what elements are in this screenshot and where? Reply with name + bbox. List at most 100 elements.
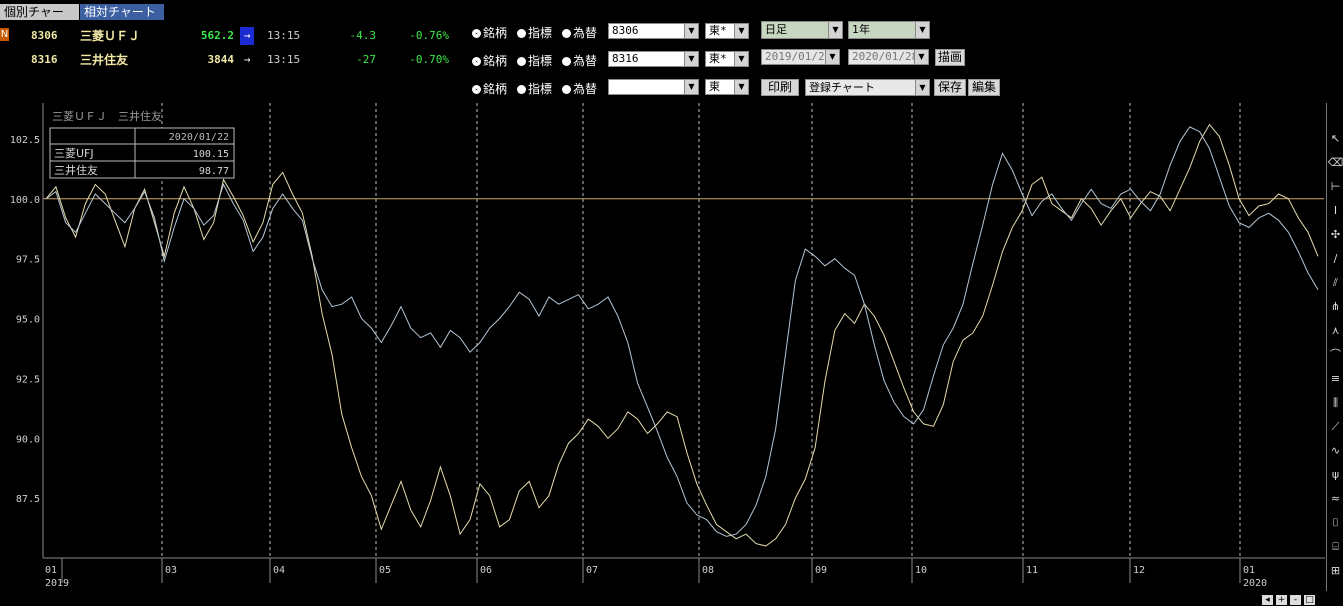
x-year-label: 2019 (45, 578, 69, 589)
date-to-field[interactable]: 2020/01/28 ▼ (848, 49, 929, 65)
save-button[interactable]: 保存 (934, 79, 966, 96)
chevron-down-icon[interactable]: ▼ (734, 52, 748, 66)
fit-button[interactable]: □ (1304, 595, 1315, 605)
draw-button[interactable]: 描画 (935, 49, 965, 66)
chevron-down-icon[interactable]: ▼ (684, 52, 698, 66)
trendline-icon[interactable]: ∕ (1327, 251, 1343, 267)
y-tick-label: 100.0 (10, 195, 40, 206)
scroll-left-button[interactable]: ◂ (1262, 595, 1273, 605)
quote-row[interactable]: 8306 三菱ＵＦＪ 562.2 → 13:15 -4.3 -0.76% (0, 27, 460, 45)
fibonacci-icon[interactable]: ⋔ (1327, 299, 1343, 315)
zigzag-icon[interactable]: ∿ (1327, 443, 1343, 459)
x-tick-label: 05 (379, 565, 391, 576)
x-tick-label: 10 (915, 565, 927, 576)
y-tick-label: 95.0 (16, 315, 40, 326)
zoom-out-button[interactable]: - (1290, 595, 1301, 605)
x-tick-label: 06 (480, 565, 492, 576)
x-year-label: 2020 (1243, 578, 1267, 589)
legend-table: 2020/01/22 三菱UFJ 100.15 三井住友 98.77 (49, 127, 235, 179)
x-tick-label: 07 (586, 565, 598, 576)
price-change: -27 (356, 53, 376, 66)
x-tick-label: 01 (1243, 565, 1255, 576)
stock-code: 8316 (31, 53, 58, 66)
vertical-line-icon[interactable]: I (1327, 203, 1343, 219)
market-select[interactable]: 東* ▼ (705, 51, 749, 67)
code-select[interactable]: 8316 ▼ (608, 51, 699, 67)
pitchfork-icon[interactable]: ψ (1327, 467, 1343, 483)
chevron-down-icon[interactable]: ▼ (828, 22, 842, 38)
stock-name: 三井住友 (80, 53, 129, 67)
box-icon[interactable]: ⌷ (1327, 515, 1343, 531)
stock-price: 3844 (207, 53, 235, 66)
status-bar (0, 591, 1343, 606)
channel-icon[interactable]: ≡ (1327, 371, 1343, 387)
radio-stock[interactable]: 銘柄 (472, 24, 507, 41)
chevron-down-icon[interactable]: ▼ (734, 24, 748, 38)
legend-value: 100.15 (193, 149, 229, 160)
x-tick-label: 08 (702, 565, 714, 576)
grid-icon[interactable]: ⊞ (1327, 563, 1343, 579)
code-select[interactable]: 8306 ▼ (608, 23, 699, 39)
y-tick-label: 97.5 (16, 255, 40, 266)
eraser-icon[interactable]: ⌫ (1327, 155, 1343, 171)
code-select[interactable]: ▼ (608, 79, 699, 95)
market-select[interactable]: 東 ▼ (705, 79, 749, 95)
x-tick-label: 09 (815, 565, 827, 576)
price-change-percent: -0.76% (409, 29, 449, 42)
diagonal-icon[interactable]: ⟋ (1327, 419, 1343, 435)
fan-icon[interactable]: ⋏ (1327, 323, 1343, 339)
price-change-percent: -0.70% (409, 53, 449, 66)
stock-price: 562.2 (200, 29, 234, 42)
box2-icon[interactable]: ⌸ (1327, 539, 1343, 555)
relative-chart[interactable]: 102.5 100.0 97.5 95.0 92.5 90.0 87.5 01 03 04 05 0… (0, 103, 1325, 591)
chevron-down-icon[interactable]: ▼ (684, 80, 698, 94)
crosshair-icon[interactable]: ✣ (1327, 227, 1343, 243)
radio-fx[interactable]: 為替 (562, 52, 597, 69)
date-from-field[interactable]: 2019/01/28 ▼ (761, 49, 840, 65)
edit-button[interactable]: 編集 (968, 79, 1000, 96)
chevron-down-icon[interactable]: ▼ (914, 50, 928, 64)
zoom-in-button[interactable]: + (1276, 595, 1287, 605)
y-tick-label: 90.0 (16, 434, 40, 445)
stock-name: 三菱ＵＦＪ (80, 29, 141, 43)
chevron-down-icon[interactable]: ▼ (684, 24, 698, 38)
x-tick-label: 12 (1133, 565, 1145, 576)
radio-indicator[interactable]: 指標 (517, 80, 552, 97)
chart-svg: 102.5 100.0 97.5 95.0 92.5 90.0 87.5 01 03 04 05 0… (0, 103, 1325, 591)
quote-row[interactable]: 8316 三井住友 3844 → 13:15 -27 -0.70% (0, 51, 460, 69)
wave-icon[interactable]: ≈ (1327, 491, 1343, 507)
x-tick-label: 11 (1026, 565, 1038, 576)
legend-value: 98.77 (199, 166, 229, 177)
radio-fx[interactable]: 為替 (562, 24, 597, 41)
chevron-down-icon[interactable]: ▼ (825, 50, 839, 64)
period-type-select[interactable]: 日足 ▼ (761, 21, 843, 39)
tab-individual-chart[interactable]: 個別チャート (0, 4, 79, 35)
arc-icon[interactable]: ⌒ (1327, 347, 1343, 363)
range-select[interactable]: 1年 ▼ (848, 21, 930, 39)
registered-chart-select[interactable]: 登録チャート ▼ (805, 79, 930, 96)
horizontal-line-icon[interactable]: ⊢ (1327, 179, 1343, 195)
print-button[interactable]: 印刷 (761, 79, 799, 96)
radio-indicator[interactable]: 指標 (517, 24, 552, 41)
chevron-down-icon[interactable]: ▼ (734, 80, 748, 94)
legend-name: 三菱UFJ (54, 147, 94, 160)
cursor-icon[interactable]: ↖ (1327, 131, 1343, 147)
radio-fx[interactable]: 為替 (562, 80, 597, 97)
x-tick-label: 04 (273, 565, 285, 576)
bar-icon[interactable]: ⫼ (1327, 395, 1343, 411)
radio-stock[interactable]: 銘柄 (472, 52, 507, 69)
chevron-down-icon[interactable]: ▼ (915, 80, 929, 95)
price-change: -4.3 (349, 29, 377, 42)
radio-stock[interactable]: 銘柄 (472, 80, 507, 97)
trend-arrow-icon: → (243, 53, 251, 66)
x-tick-label: 01 (45, 565, 57, 576)
market-select[interactable]: 東* ▼ (705, 23, 749, 39)
chevron-down-icon[interactable]: ▼ (915, 22, 929, 38)
quote-time: 13:15 (267, 29, 301, 42)
stock-code: 8306 (31, 29, 58, 42)
radio-indicator[interactable]: 指標 (517, 52, 552, 69)
drawing-toolbar: ↖⌫⊢I✣∕⫽⋔⋏⌒≡⫼⟋∿ψ≈⌷⌸⊞⌖ (1326, 103, 1343, 601)
parallel-line-icon[interactable]: ⫽ (1327, 275, 1343, 291)
y-tick-label: 92.5 (16, 374, 40, 385)
tab-relative-chart[interactable]: 相対チャート (80, 4, 164, 20)
